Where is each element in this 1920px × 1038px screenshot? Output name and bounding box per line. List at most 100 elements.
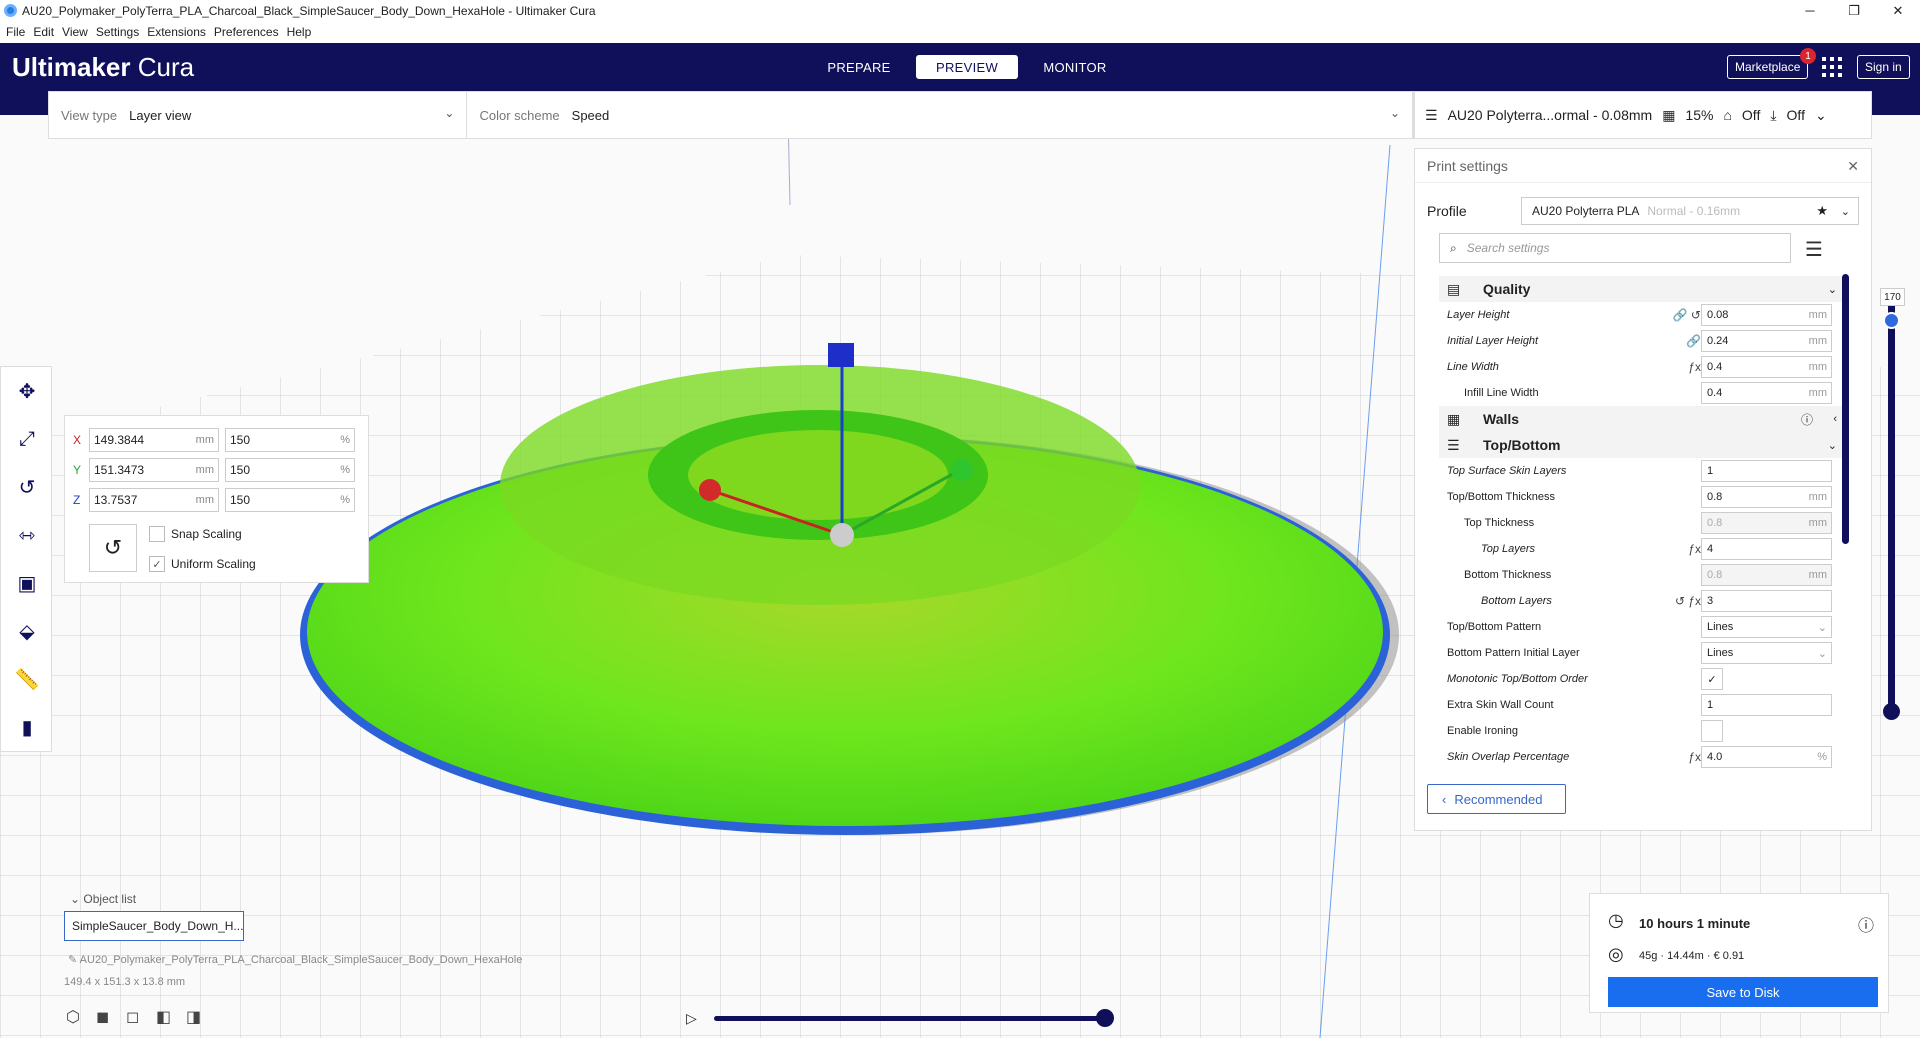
support-blocker-icon[interactable]: ⬙	[1, 607, 53, 655]
reset-function-icon[interactable]: ↺ ƒx	[1675, 594, 1701, 608]
scale-tool-icon[interactable]: ⤢	[1, 415, 53, 463]
enable-ironing-checkbox[interactable]	[1701, 720, 1723, 742]
settings-menu-icon[interactable]: ☰	[1805, 237, 1823, 262]
menu-help[interactable]: Help	[283, 25, 316, 39]
path-slider[interactable]	[714, 1016, 1106, 1021]
settings-scrollbar[interactable]	[1842, 274, 1849, 544]
scale-y-pct-input[interactable]: 150%	[225, 458, 355, 482]
color-scheme-select[interactable]: Color scheme Speed ⌄	[467, 92, 1413, 138]
close-icon[interactable]: ✕	[1876, 0, 1920, 21]
top-thickness-input[interactable]: 0.8 mm	[1701, 512, 1832, 534]
right-view-icon[interactable]: ◨	[186, 1007, 216, 1027]
skin-overlap-percentage-input[interactable]: 4.0%	[1701, 746, 1832, 768]
rotate-tool-icon[interactable]: ↺	[1, 463, 53, 511]
view-type-select[interactable]: View type Layer view ⌄	[49, 92, 468, 138]
path-slider-handle[interactable]	[1096, 1009, 1114, 1027]
scale-x-mm-input[interactable]: 149.3844 mm	[89, 428, 219, 452]
link-icon[interactable]: 🔗	[1686, 334, 1701, 348]
minimize-icon[interactable]: ─	[1788, 0, 1832, 21]
sign-in-button[interactable]: Sign in	[1857, 55, 1910, 79]
function-icon[interactable]: ƒx	[1688, 542, 1701, 556]
setting-top-thickness: Top Thickness 0.8 mm	[1439, 510, 1847, 536]
menu-edit[interactable]: Edit	[29, 25, 58, 39]
profile-select[interactable]: AU20 Polyterra PLA Normal - 0.16mm ★ ⌄	[1521, 197, 1859, 225]
monotonic-order-checkbox[interactable]: ✓	[1701, 668, 1723, 690]
mirror-tool-icon[interactable]: ⇿	[1, 511, 53, 559]
stage-tabs: PREPARE PREVIEW MONITOR	[808, 55, 1132, 79]
info-icon[interactable]: ⓘ	[1801, 411, 1813, 428]
move-tool-icon[interactable]: ✥	[1, 367, 53, 415]
apps-grid-icon[interactable]	[1822, 57, 1842, 77]
per-model-settings-icon[interactable]: ▣	[1, 559, 53, 607]
measure-tool-icon[interactable]: 📏	[1, 655, 53, 703]
app-logo: Ultimaker Cura	[12, 52, 195, 82]
scale-row-x: X 149.3844 mm 150%	[73, 428, 361, 452]
reset-scale-button[interactable]: ↺	[89, 524, 137, 572]
info-icon[interactable]: ⓘ	[1858, 912, 1874, 936]
search-input[interactable]: ⌕ Search settings	[1439, 233, 1791, 263]
layer-number-label[interactable]: 170	[1880, 288, 1905, 306]
chevron-down-icon: ⌄	[444, 106, 455, 120]
top-layers-input[interactable]: 4	[1701, 538, 1832, 560]
scale-z-mm-input[interactable]: 13.7537 mm	[89, 488, 219, 512]
tab-prepare[interactable]: PREPARE	[808, 55, 910, 79]
function-icon[interactable]: ƒx	[1688, 750, 1701, 764]
object-full-name: ✎ AU20_Polymaker_PolyTerra_PLA_Charcoal_…	[68, 954, 523, 966]
chevron-left-icon: ‹	[1833, 413, 1837, 425]
y-arrow-handle	[951, 459, 973, 481]
bottom-layers-input[interactable]: 3	[1701, 590, 1832, 612]
category-quality[interactable]: ▤ Quality ⌄	[1439, 276, 1847, 302]
link-icon[interactable]: 🔗 ↺	[1673, 308, 1701, 322]
setting-topbottom-thickness: Top/Bottom Thickness 0.8 mm	[1439, 484, 1847, 510]
chevron-down-icon: ⌄	[1814, 106, 1827, 123]
bottom-pattern-initial-layer-select[interactable]: Lines ⌄	[1701, 642, 1832, 664]
bottom-thickness-input[interactable]: 0.8 mm	[1701, 564, 1832, 586]
scale-x-pct-input[interactable]: 150%	[225, 428, 355, 452]
layer-height-input[interactable]: 0.08 mm	[1701, 304, 1832, 326]
menu-settings[interactable]: Settings	[92, 25, 143, 39]
initial-layer-height-input[interactable]: 0.24 mm	[1701, 330, 1832, 352]
star-icon[interactable]: ★	[1816, 203, 1828, 219]
3d-view-icon[interactable]: ⬡	[66, 1007, 96, 1027]
top-surface-skin-layers-input[interactable]: 1	[1701, 460, 1832, 482]
layer-slider[interactable]	[1888, 290, 1895, 714]
topbottom-pattern-select[interactable]: Lines ⌄	[1701, 616, 1832, 638]
left-view-icon[interactable]: ◧	[156, 1007, 186, 1027]
adhesion-icon: ⤓	[1770, 106, 1777, 123]
z-arrow-handle	[828, 343, 854, 367]
uniform-scaling-checkbox[interactable]: ✓ Uniform Scaling	[149, 556, 256, 572]
topbottom-thickness-input[interactable]: 0.8 mm	[1701, 486, 1832, 508]
scale-z-pct-input[interactable]: 150%	[225, 488, 355, 512]
menu-file[interactable]: File	[2, 25, 29, 39]
material-icon[interactable]: ▮	[1, 703, 53, 751]
scale-y-mm-input[interactable]: 151.3473 mm	[89, 458, 219, 482]
print-setup-bar[interactable]: ☰ AU20 Polyterra...ormal - 0.08mm ▦ 15% …	[1414, 91, 1872, 139]
tab-monitor[interactable]: MONITOR	[1024, 55, 1126, 79]
object-list-item[interactable]: SimpleSaucer_Body_Down_H...	[64, 911, 244, 941]
menu-extensions[interactable]: Extensions	[143, 25, 210, 39]
tab-preview[interactable]: PREVIEW	[916, 55, 1018, 79]
save-to-disk-button[interactable]: Save to Disk	[1608, 977, 1878, 1007]
object-list-toggle[interactable]: ⌄ Object list	[70, 892, 136, 906]
infill-line-width-input[interactable]: 0.4 mm	[1701, 382, 1832, 404]
menu-view[interactable]: View	[58, 25, 92, 39]
category-walls[interactable]: ▦ Walls ⓘ ‹	[1439, 406, 1847, 432]
function-icon[interactable]: ƒx	[1688, 360, 1701, 374]
maximize-icon[interactable]: ❐	[1832, 0, 1876, 21]
menu-preferences[interactable]: Preferences	[210, 25, 283, 39]
marketplace-button[interactable]: Marketplace	[1727, 55, 1809, 79]
category-topbottom[interactable]: ☰ Top/Bottom ⌄	[1439, 432, 1847, 458]
top-view-icon[interactable]: ◻	[126, 1007, 156, 1027]
extra-skin-wall-count-input[interactable]: 1	[1701, 694, 1832, 716]
clock-icon: ◷	[1608, 910, 1624, 930]
play-icon[interactable]: ▷	[686, 1010, 697, 1027]
close-icon[interactable]: ✕	[1847, 158, 1859, 175]
layer-slider-top-handle[interactable]	[1883, 312, 1900, 329]
line-width-input[interactable]: 0.4 mm	[1701, 356, 1832, 378]
setting-monotonic-order: Monotonic Top/Bottom Order ✓	[1439, 666, 1847, 692]
support-icon: ⌂	[1723, 107, 1732, 123]
layer-slider-bottom-handle[interactable]	[1883, 703, 1900, 720]
recommended-button[interactable]: ‹ Recommended	[1427, 784, 1566, 814]
front-view-icon[interactable]: ◼	[96, 1007, 126, 1027]
snap-scaling-checkbox[interactable]: Snap Scaling	[149, 526, 242, 542]
